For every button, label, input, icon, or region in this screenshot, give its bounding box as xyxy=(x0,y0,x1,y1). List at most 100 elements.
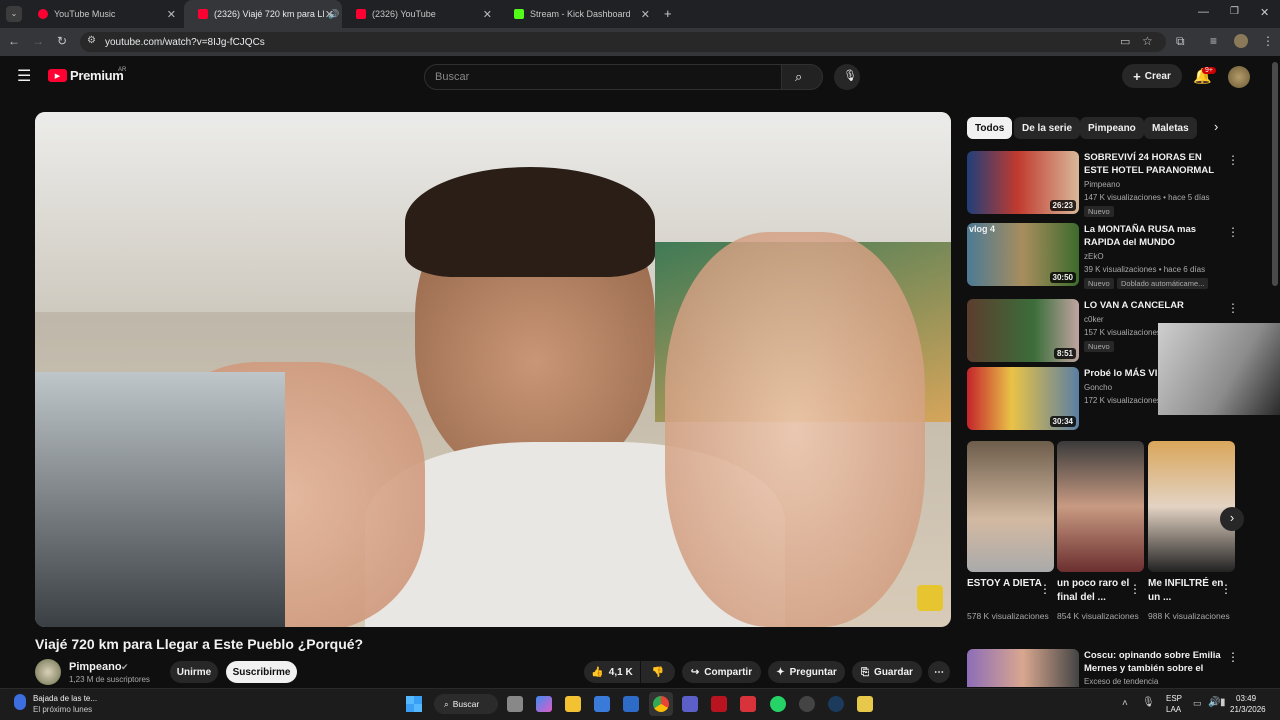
more-options-icon[interactable]: ⋮ xyxy=(1039,582,1051,596)
profile-avatar[interactable] xyxy=(1234,34,1248,48)
new-tab-button[interactable]: + xyxy=(664,6,672,21)
close-icon[interactable]: ✕ xyxy=(167,8,176,21)
chevron-right-icon[interactable]: › xyxy=(1214,119,1218,134)
cast-icon[interactable]: ▭ xyxy=(1120,35,1130,48)
short-thumbnail[interactable] xyxy=(967,441,1054,572)
battery-icon[interactable]: ▮ xyxy=(1220,697,1226,708)
store-icon[interactable] xyxy=(594,696,610,712)
close-icon[interactable]: ✕ xyxy=(483,8,492,21)
page-scrollbar[interactable] xyxy=(1272,62,1278,286)
recommendation-item[interactable]: vlog 4 30:50 La MONTAÑA RUSA mas RAPIDA … xyxy=(967,223,1267,289)
extensions-icon[interactable]: ⧉ xyxy=(1176,34,1185,49)
short-title[interactable]: un poco raro el final del ... xyxy=(1057,577,1137,605)
tab-video[interactable]: (2326) Viajé 720 km para Ll 🔊 ✕ xyxy=(184,0,342,28)
search-input[interactable]: Buscar xyxy=(424,64,782,90)
chip-todos[interactable]: Todos xyxy=(967,117,1013,139)
recommendation-channel[interactable]: Exceso de tendencia xyxy=(1084,677,1158,686)
youtube-music-icon xyxy=(38,9,48,19)
teams-icon[interactable] xyxy=(682,696,698,712)
whatsapp-icon[interactable] xyxy=(770,696,786,712)
ask-button[interactable]: ✦ Preguntar xyxy=(768,661,845,683)
short-title[interactable]: Me INFILTRÉ en un ... xyxy=(1148,577,1228,605)
video-frame-person-hair xyxy=(405,167,655,277)
recommendation-title[interactable]: Coscu: opinando sobre Emilia Mernes y ta… xyxy=(1084,649,1224,675)
menu-icon[interactable]: ⋮ xyxy=(1262,34,1274,48)
more-options-icon[interactable]: ⋮ xyxy=(1129,582,1141,596)
close-icon[interactable]: ✕ xyxy=(641,8,650,21)
forward-icon[interactable]: → xyxy=(32,34,44,48)
more-options-icon[interactable]: ⋮ xyxy=(1227,650,1239,664)
volume-icon[interactable]: 🔊 xyxy=(1208,697,1220,708)
shorts-next-button[interactable]: › xyxy=(1220,507,1244,531)
taskbar-search[interactable]: ⌕ Buscar xyxy=(434,694,498,714)
close-window-button[interactable]: ✕ xyxy=(1260,6,1269,19)
windows-start-icon[interactable] xyxy=(406,696,422,712)
mail-icon[interactable] xyxy=(623,696,639,712)
floating-webcam-overlay[interactable] xyxy=(1158,323,1280,415)
join-button[interactable]: Unirme xyxy=(170,661,218,683)
app-icon[interactable] xyxy=(711,696,727,712)
more-options-icon[interactable]: ⋮ xyxy=(1227,225,1239,239)
recommendation-item[interactable]: 26:23 SOBREVIVÍ 24 HORAS EN ESTE HOTEL P… xyxy=(967,151,1267,217)
obs-icon[interactable] xyxy=(799,696,815,712)
video-thumbnail[interactable]: vlog 4 30:50 xyxy=(967,223,1079,286)
more-options-icon[interactable]: ⋮ xyxy=(1220,582,1232,596)
search-button[interactable]: ⌕ xyxy=(781,64,823,90)
channel-avatar[interactable] xyxy=(35,659,61,685)
copilot-icon[interactable] xyxy=(536,696,552,712)
clock-date[interactable]: 21/3/2026 xyxy=(1230,705,1266,714)
bookmark-star-icon[interactable]: ☆ xyxy=(1142,34,1153,48)
wps-icon[interactable] xyxy=(740,696,756,712)
youtube-logo[interactable]: ▶ Premium xyxy=(48,68,124,83)
like-button[interactable]: 👍 4,1 K xyxy=(584,661,640,683)
video-thumbnail[interactable]: 8:51 xyxy=(967,299,1079,362)
back-icon[interactable]: ← xyxy=(8,34,20,48)
hamburger-menu-icon[interactable]: ☰ xyxy=(17,66,31,86)
reload-icon[interactable]: ↻ xyxy=(57,34,67,48)
steam-icon[interactable] xyxy=(828,696,844,712)
url-text[interactable]: youtube.com/watch?v=8IJg-fCJQCs xyxy=(105,37,265,48)
short-thumbnail[interactable] xyxy=(1148,441,1235,572)
chip-maletas[interactable]: Maletas xyxy=(1144,117,1197,139)
subscribe-button[interactable]: Suscribirme xyxy=(226,661,297,683)
short-title[interactable]: ESTOY A DIETA xyxy=(967,577,1047,591)
network-icon[interactable]: ▭ xyxy=(1193,698,1202,709)
clock-time[interactable]: 03:49 xyxy=(1236,694,1256,703)
minimize-button[interactable]: — xyxy=(1198,6,1209,18)
tab-youtube[interactable]: (2326) YouTube ✕ xyxy=(342,0,500,28)
taskbar-notif-title[interactable]: Bajada de las te... xyxy=(33,694,97,703)
chip-de-la-serie[interactable]: De la serie xyxy=(1014,117,1081,139)
video-thumbnail[interactable]: 26:23 xyxy=(967,151,1079,214)
maximize-button[interactable]: ❐ xyxy=(1230,6,1239,17)
video-player[interactable] xyxy=(35,112,951,627)
more-actions-button[interactable]: ⋯ xyxy=(928,661,950,683)
video-thumbnail[interactable]: 30:34 xyxy=(967,367,1079,430)
voice-search-button[interactable]: 🎙 xyxy=(834,64,860,90)
site-info-icon[interactable]: ⚙ xyxy=(87,35,96,46)
channel-watermark[interactable] xyxy=(917,585,943,611)
chip-pimpeano[interactable]: Pimpeano xyxy=(1080,117,1144,139)
video-thumbnail[interactable] xyxy=(967,649,1079,687)
channel-name[interactable]: Pimpeano xyxy=(69,661,122,673)
short-thumbnail[interactable] xyxy=(1057,441,1144,572)
tray-chevron-icon[interactable]: ˄ xyxy=(1122,698,1128,709)
account-avatar[interactable] xyxy=(1228,66,1250,88)
more-options-icon[interactable]: ⋮ xyxy=(1227,301,1239,315)
microphone-icon[interactable]: 🎙 xyxy=(1142,697,1155,708)
create-button[interactable]: + Crear xyxy=(1122,64,1182,88)
weather-alert-icon[interactable] xyxy=(14,694,26,710)
share-button[interactable]: ↪ Compartir xyxy=(682,661,761,683)
task-view-icon[interactable] xyxy=(507,696,523,712)
app-icon[interactable] xyxy=(857,696,873,712)
save-button[interactable]: ⎘ Guardar xyxy=(852,661,922,683)
tab-youtube-music[interactable]: YouTube Music ✕ xyxy=(24,0,184,28)
more-options-icon[interactable]: ⋮ xyxy=(1227,153,1239,167)
tab-list-icon[interactable]: ⌄ xyxy=(6,6,22,22)
file-explorer-icon[interactable] xyxy=(565,696,581,712)
language-code[interactable]: ESP xyxy=(1166,694,1182,703)
reading-list-icon[interactable]: ≡ xyxy=(1210,34,1217,48)
tab-kick[interactable]: Stream - Kick Dashboard ✕ xyxy=(500,0,658,28)
close-icon[interactable]: ✕ xyxy=(325,8,334,21)
dislike-button[interactable]: 👎 xyxy=(641,661,675,683)
keyboard-layout[interactable]: LAA xyxy=(1166,705,1181,714)
